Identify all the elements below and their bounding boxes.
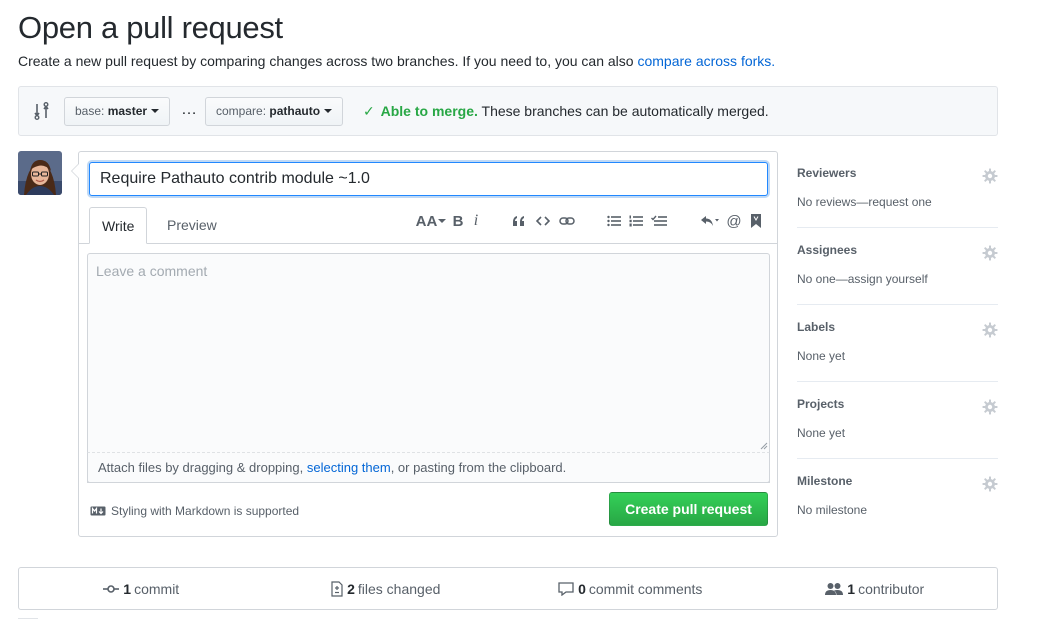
pr-title-input[interactable] xyxy=(89,162,768,196)
commits-label: commit xyxy=(134,580,180,597)
create-pull-request-button[interactable]: Create pull request xyxy=(609,492,768,526)
contributors-label: contributor xyxy=(858,580,925,597)
sidebar-value-projects: None yet xyxy=(797,426,846,440)
select-files-link[interactable]: selecting them xyxy=(307,460,391,475)
text-size-label: AA xyxy=(415,212,438,230)
compare-icon xyxy=(34,102,49,120)
compare-branch-select[interactable]: compare: pathauto xyxy=(205,97,344,126)
page-subtitle: Create a new pull request by comparing c… xyxy=(18,53,775,69)
sidebar-heading-milestone[interactable]: Milestone xyxy=(797,474,852,488)
tab-write[interactable]: Write xyxy=(89,207,148,244)
comments-count: 0 xyxy=(578,580,586,597)
people-icon xyxy=(825,582,844,595)
avatar-image xyxy=(18,151,62,195)
sidebar-section-projects: Projects None yet xyxy=(797,382,998,459)
base-branch-prefix: base: xyxy=(75,104,105,118)
file-attach-dropzone[interactable]: Attach files by dragging & dropping, sel… xyxy=(87,452,770,483)
check-icon: ✓ xyxy=(363,103,375,119)
mention-icon[interactable]: @ xyxy=(726,211,742,231)
comments-label: commit comments xyxy=(588,580,703,597)
reply-icon[interactable] xyxy=(699,211,723,231)
file-diff-icon xyxy=(331,580,343,597)
stat-commits[interactable]: 1 commit xyxy=(19,568,264,609)
base-branch-select[interactable]: base: master xyxy=(64,97,171,126)
stat-commit-comments[interactable]: 0 commit comments xyxy=(508,568,753,609)
pr-stats-bar: 1 commit 2 files changed 0 commit comments … xyxy=(18,567,998,610)
merge-status-text: These branches can be automatically merg… xyxy=(477,103,769,119)
gear-icon[interactable] xyxy=(982,399,998,415)
sidebar-section-assignees: Assignees No one—assign yourself xyxy=(797,228,998,305)
sidebar-value-labels: None yet xyxy=(797,349,846,363)
markdown-note[interactable]: Styling with Markdown is supported xyxy=(90,504,299,518)
sidebar-section-labels: Labels None yet xyxy=(797,305,998,382)
commit-icon xyxy=(103,584,120,593)
resize-handle-icon[interactable] xyxy=(760,442,768,450)
sidebar-value-milestone: No milestone xyxy=(797,503,868,517)
comment-icon xyxy=(558,581,574,596)
sidebar-heading-labels[interactable]: Labels xyxy=(797,320,835,334)
sidebar-heading-reviewers[interactable]: Reviewers xyxy=(797,166,856,180)
base-branch-value: master xyxy=(107,104,148,118)
stat-contributors[interactable]: 1 contributor xyxy=(753,568,998,609)
gear-icon[interactable] xyxy=(982,245,998,261)
tab-preview[interactable]: Preview xyxy=(155,207,229,244)
unordered-list-icon[interactable] xyxy=(606,211,622,231)
compare-branch-value: pathauto xyxy=(269,104,321,118)
comment-textarea[interactable] xyxy=(87,253,770,483)
avatar[interactable] xyxy=(18,151,62,195)
italic-icon[interactable]: i xyxy=(471,211,481,231)
pull-request-composer: Write Preview AA B i @ Attach files by d… xyxy=(71,151,778,537)
page-title: Open a pull request xyxy=(18,10,283,45)
task-list-icon[interactable] xyxy=(650,211,668,231)
gear-icon[interactable] xyxy=(982,476,998,492)
compare-branch-prefix: compare: xyxy=(216,104,267,118)
markdown-note-label: Styling with Markdown is supported xyxy=(111,504,300,518)
stat-files-changed[interactable]: 2 files changed xyxy=(264,568,509,609)
gear-icon[interactable] xyxy=(982,322,998,338)
caret-down-icon xyxy=(438,219,447,223)
ordered-list-icon[interactable] xyxy=(628,211,644,231)
bookmark-icon[interactable] xyxy=(749,211,763,231)
tab-divider xyxy=(79,243,777,244)
sidebar-heading-assignees[interactable]: Assignees xyxy=(797,243,857,257)
markdown-icon xyxy=(90,506,106,516)
sidebar-value-assignees: No one—assign yourself xyxy=(797,272,928,286)
branch-range-bar: base: master … compare: pathauto ✓ Able … xyxy=(18,86,998,136)
files-label: files changed xyxy=(357,580,441,597)
sidebar: Reviewers No reviews—request one Assignees… xyxy=(797,151,998,536)
files-count: 2 xyxy=(347,580,355,597)
bold-icon[interactable]: B xyxy=(451,211,465,231)
attach-text-pre: Attach files by dragging & dropping, xyxy=(98,460,307,475)
quote-icon[interactable] xyxy=(511,211,527,231)
text-size-icon[interactable]: AA xyxy=(415,211,447,231)
commits-count: 1 xyxy=(123,580,132,597)
sidebar-value-reviewers: No reviews—request one xyxy=(797,195,932,209)
attach-text-post: , or pasting from the clipboard. xyxy=(390,460,567,475)
subtitle-text: Create a new pull request by comparing c… xyxy=(18,53,638,69)
sidebar-heading-projects[interactable]: Projects xyxy=(797,397,844,411)
range-separator: … xyxy=(181,101,198,118)
contributors-count: 1 xyxy=(847,580,856,597)
caret-down-icon xyxy=(151,109,160,113)
merge-status: ✓ Able to merge. These branches can be a… xyxy=(363,103,769,120)
sidebar-section-reviewers: Reviewers No reviews—request one xyxy=(797,151,998,228)
link-icon[interactable] xyxy=(558,211,576,231)
gear-icon[interactable] xyxy=(982,168,998,184)
sidebar-section-milestone: Milestone No milestone xyxy=(797,459,998,536)
caret-down-icon xyxy=(324,109,333,113)
code-icon[interactable] xyxy=(535,211,551,231)
merge-status-ok: Able to merge. xyxy=(380,103,478,119)
compare-across-forks-link[interactable]: compare across forks. xyxy=(637,53,775,69)
